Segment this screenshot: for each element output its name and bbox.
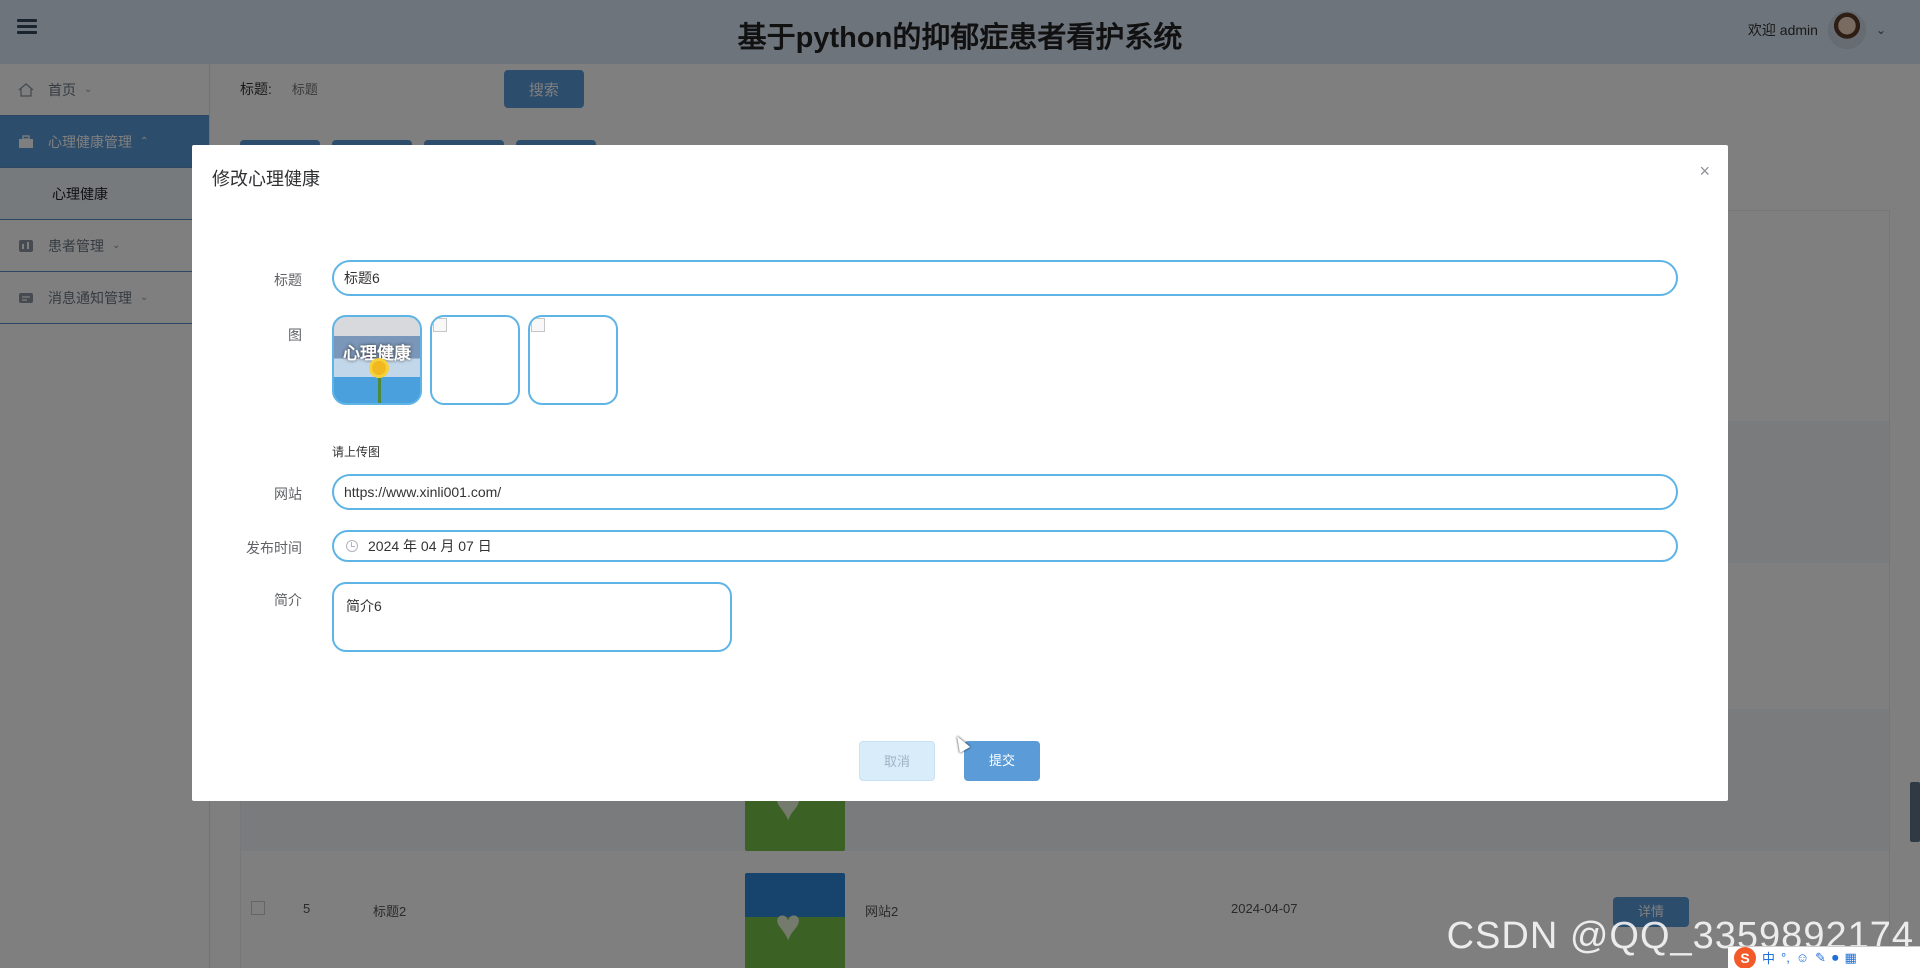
ime-tray: S 中 °, ☺ ✎ ⏺ ▦	[1728, 946, 1920, 968]
date-label: 发布时间	[246, 540, 302, 556]
scroll-handle[interactable]	[1910, 782, 1920, 842]
uploaded-image[interactable]: 心理健康	[332, 315, 422, 405]
title-input[interactable]: 标题6	[332, 260, 1678, 296]
broken-image-icon	[531, 318, 545, 332]
date-value: 2024 年 04 月 07 日	[368, 538, 492, 554]
image-label: 图	[288, 327, 302, 343]
broken-image-icon	[433, 318, 447, 332]
grid-icon[interactable]: ▦	[1845, 950, 1857, 966]
close-icon[interactable]: ×	[1699, 162, 1710, 180]
image-decoration	[378, 375, 381, 403]
ime-language[interactable]: 中	[1762, 948, 1775, 967]
emoji-icon[interactable]: ☺	[1796, 950, 1809, 965]
title-input-value: 标题6	[344, 270, 380, 286]
intro-value: 简介6	[346, 598, 382, 614]
title-label: 标题	[274, 272, 302, 288]
pen-icon[interactable]: ✎	[1815, 950, 1826, 966]
punctuation-icon[interactable]: °,	[1781, 950, 1790, 965]
site-input-value: https://www.xinli001.com/	[344, 484, 502, 500]
date-picker[interactable]: 2024 年 04 月 07 日	[332, 530, 1678, 562]
edit-dialog: 修改心理健康 × 标题 标题6 图 心理健康 请上传图 网站 https://w…	[192, 145, 1728, 801]
upload-slot[interactable]	[430, 315, 520, 405]
upload-slot[interactable]	[528, 315, 618, 405]
cancel-button[interactable]: 取消	[859, 741, 935, 781]
site-label: 网站	[274, 486, 302, 502]
clock-icon	[346, 540, 358, 552]
intro-textarea[interactable]: 简介6	[332, 582, 732, 652]
dialog-title: 修改心理健康	[212, 169, 320, 189]
upload-hint: 请上传图	[332, 445, 381, 459]
image-decoration	[372, 361, 386, 375]
site-input[interactable]: https://www.xinli001.com/	[332, 474, 1678, 510]
submit-button[interactable]: 提交	[964, 741, 1040, 781]
mic-icon[interactable]: ⏺	[1832, 950, 1839, 966]
intro-label: 简介	[274, 592, 302, 608]
ime-logo-icon[interactable]: S	[1734, 946, 1756, 968]
